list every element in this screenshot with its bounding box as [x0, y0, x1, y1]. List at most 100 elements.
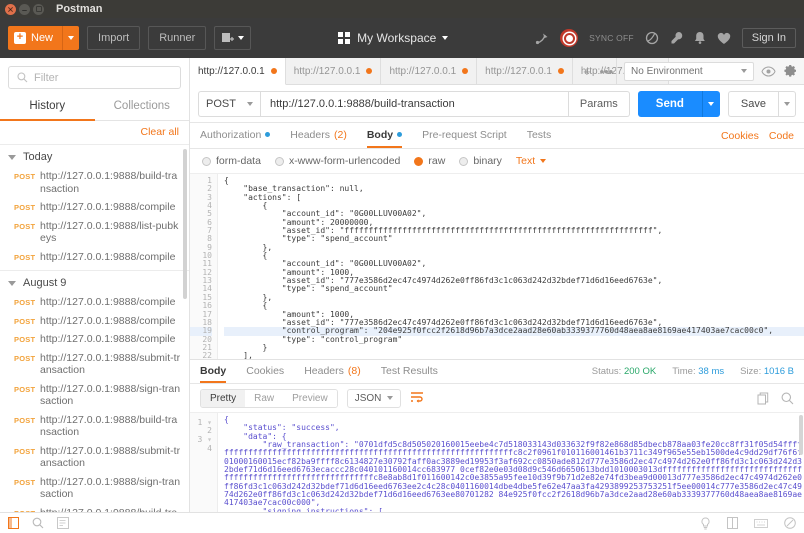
response-view-preview[interactable]: Preview	[283, 389, 337, 407]
cookies-link[interactable]: Cookies	[721, 130, 759, 142]
body-type-binary[interactable]: binary	[459, 155, 502, 167]
request-tab-0[interactable]: http://127.0.0.1	[190, 58, 286, 85]
url-input[interactable]: http://127.0.0.1:9888/build-transaction	[260, 90, 569, 117]
response-format-selector[interactable]: JSON	[346, 388, 402, 408]
save-button[interactable]: Save	[727, 90, 778, 117]
window-close-button[interactable]	[5, 3, 16, 15]
response-tab-test-results[interactable]: Test Results	[381, 360, 438, 383]
method-selector[interactable]: POST	[198, 90, 260, 117]
request-tab-body[interactable]: Body	[366, 123, 403, 148]
request-tab-pre-request-script[interactable]: Pre-request Script	[422, 123, 507, 148]
response-section-tabs: Body Cookies Headers (8) Test Results Status:…	[190, 359, 804, 384]
code-link[interactable]: Code	[769, 130, 794, 142]
request-tab-3[interactable]: http://127.0.0.1	[477, 58, 573, 84]
console-icon[interactable]	[57, 517, 69, 529]
chevron-down-icon	[387, 396, 394, 400]
send-options-button[interactable]	[701, 90, 720, 117]
heart-icon[interactable]	[717, 32, 731, 45]
send-group: Send	[637, 90, 720, 117]
open-new-window-button[interactable]	[214, 26, 252, 50]
history-item[interactable]: POST http://127.0.0.1:9888/compile	[0, 312, 189, 331]
environment-label: No Environment	[631, 65, 703, 77]
sidebar-toggle-icon[interactable]	[8, 517, 19, 529]
history-item[interactable]: POST http://127.0.0.1:9888/list-pubkeys	[0, 217, 189, 248]
request-tab-2[interactable]: http://127.0.0.1	[381, 58, 478, 84]
sign-in-button[interactable]: Sign In	[741, 28, 796, 48]
response-size: Size: 1016 B	[740, 366, 794, 377]
history-item-url: http://127.0.0.1:9888/sign-transaction	[40, 382, 181, 408]
window-minimize-button[interactable]	[19, 3, 30, 15]
response-tab-headers[interactable]: Headers (8)	[304, 360, 361, 383]
import-button[interactable]: Import	[87, 26, 141, 50]
history-item[interactable]: POST http://127.0.0.1:9888/sign-transacti…	[0, 473, 189, 504]
response-body-code[interactable]: { "status": "success", "data": { "raw_tr…	[218, 413, 804, 512]
response-body-editor[interactable]: 1 ▾23 ▾4567 { "status": "success", "data…	[190, 412, 804, 512]
two-pane-icon[interactable]	[727, 517, 738, 530]
history-item[interactable]: POST http://127.0.0.1:9888/compile	[0, 248, 189, 267]
history-group-header[interactable]: August 9	[0, 271, 189, 293]
body-type-x-www-form-urlencoded[interactable]: x-www-form-urlencoded	[274, 155, 400, 167]
history-item[interactable]: POST http://127.0.0.1:9888/submit-transac…	[0, 349, 189, 380]
copy-icon[interactable]	[757, 392, 769, 405]
response-scrollbar[interactable]	[799, 415, 803, 455]
bulb-icon[interactable]	[700, 516, 711, 530]
environment-selector[interactable]: No Environment	[624, 61, 755, 81]
history-item[interactable]: POSThttp://127.0.0.1:9888/build-transact…	[0, 504, 189, 513]
eye-icon[interactable]	[761, 65, 776, 77]
help-icon[interactable]	[784, 517, 796, 530]
history-item[interactable]: POSThttp://127.0.0.1:9888/build-transact…	[0, 411, 189, 442]
history-list[interactable]: Today POST http://127.0.0.1:9888/build-tra…	[0, 145, 189, 512]
history-item[interactable]: POST http://127.0.0.1:9888/sign-transacti…	[0, 380, 189, 411]
window-titlebar: Postman	[0, 0, 804, 18]
sidebar-scrollbar[interactable]	[183, 149, 187, 299]
add-tab-button[interactable]: +	[577, 58, 596, 84]
search-input[interactable]: Filter	[8, 66, 181, 89]
request-tab-tests[interactable]: Tests	[527, 123, 552, 148]
history-item[interactable]: POST http://127.0.0.1:9888/compile	[0, 330, 189, 349]
history-item[interactable]: POST http://127.0.0.1:9888/submit-transac…	[0, 442, 189, 473]
sync-status-icon[interactable]	[560, 29, 579, 47]
wrench-icon[interactable]	[670, 31, 683, 45]
app-body: Filter History Collections Clear all Tod…	[0, 58, 804, 512]
window-maximize-button[interactable]	[33, 3, 44, 15]
response-tab-body[interactable]: Body	[200, 360, 227, 383]
main-panel: http://127.0.0.1 http://127.0.0.1 http://1…	[190, 58, 804, 512]
request-body-code[interactable]: { "base_transaction": null, "actions": […	[218, 174, 804, 359]
response-view-raw[interactable]: Raw	[245, 389, 284, 407]
response-view-pretty[interactable]: Pretty	[201, 389, 246, 407]
history-item-method: POST	[14, 353, 36, 363]
keyboard-icon[interactable]	[754, 517, 768, 530]
history-group-header[interactable]: Today	[0, 145, 189, 167]
request-tab-1[interactable]: http://127.0.0.1	[285, 58, 382, 84]
history-item-url: http://127.0.0.1:9888/submit-transaction	[40, 351, 181, 377]
bell-icon[interactable]	[694, 31, 706, 45]
clear-all-button[interactable]: Clear all	[140, 126, 179, 138]
body-type-raw[interactable]: raw	[414, 155, 445, 167]
send-button[interactable]: Send	[637, 90, 702, 117]
sync-status-label: SYNC OFF	[589, 33, 634, 43]
runner-button[interactable]: Runner	[148, 26, 207, 50]
new-button[interactable]: + New	[8, 26, 63, 50]
tab-options-button[interactable]: •••	[597, 58, 616, 84]
save-options-button[interactable]	[778, 90, 796, 117]
sidebar-tab-collections[interactable]: Collections	[95, 95, 190, 121]
gear-icon[interactable]	[783, 64, 797, 78]
history-item[interactable]: POST http://127.0.0.1:9888/compile	[0, 293, 189, 312]
request-tab-authorization[interactable]: Authorization	[200, 123, 271, 148]
params-button[interactable]: Params	[568, 90, 630, 117]
request-tab-headers[interactable]: Headers (2)	[290, 123, 347, 148]
history-item[interactable]: POSThttp://127.0.0.1:9888/build-transact…	[0, 167, 189, 198]
workspace-selector[interactable]: My Workspace	[338, 31, 449, 45]
word-wrap-icon[interactable]	[410, 391, 424, 406]
response-tab-cookies[interactable]: Cookies	[246, 360, 284, 383]
new-dropdown-button[interactable]	[62, 26, 80, 50]
search-icon[interactable]	[781, 392, 794, 405]
body-type-form-data[interactable]: form-data	[202, 155, 261, 167]
body-format-selector[interactable]: Text	[516, 155, 547, 167]
sidebar-tab-history[interactable]: History	[0, 95, 95, 121]
history-item[interactable]: POST http://127.0.0.1:9888/compile	[0, 198, 189, 217]
find-icon[interactable]	[32, 517, 44, 529]
broadcast-icon[interactable]	[535, 32, 549, 45]
request-body-editor[interactable]: 1234567891011121314151617181920212223242…	[190, 173, 804, 359]
refresh-icon[interactable]	[645, 31, 659, 45]
